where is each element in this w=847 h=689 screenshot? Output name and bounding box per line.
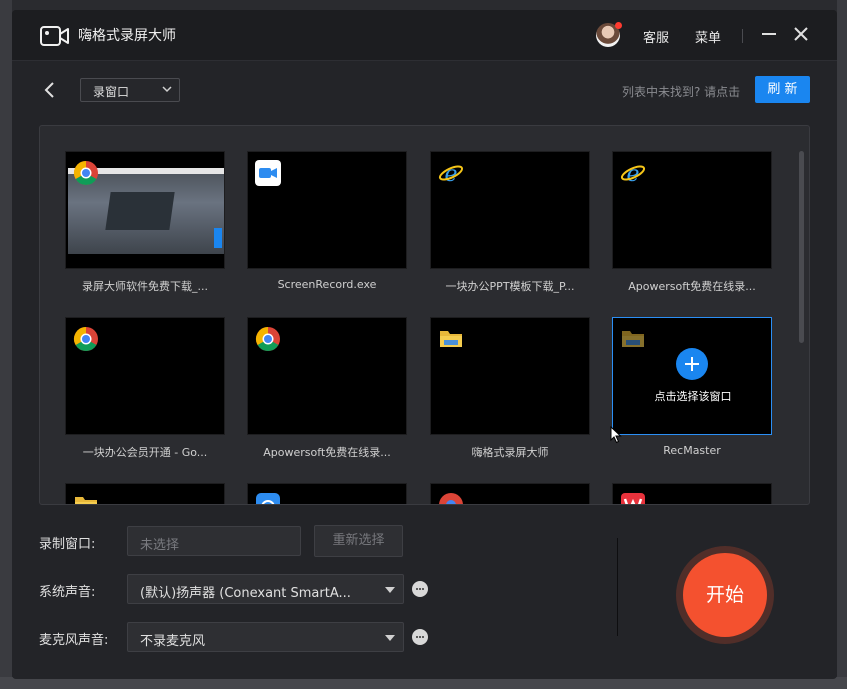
not-found-hint: 列表中未找到? 请点击 <box>622 85 741 99</box>
refresh-button[interactable]: 刷 新 <box>755 76 810 103</box>
desktop-background-left <box>0 0 12 689</box>
menu-button[interactable]: 菜单 <box>695 27 721 46</box>
app-window: 嗨格式录屏大师 客服 菜单 录窗口 列表中未找到? 请点击 刷 新 录屏大师软件… <box>12 10 837 679</box>
title-bar: 嗨格式录屏大师 客服 菜单 <box>12 10 837 61</box>
window-card[interactable]: 点击选择该窗口 RecMaster <box>612 317 772 457</box>
mouse-cursor-icon <box>610 426 622 444</box>
system-audio-more-icon[interactable] <box>412 581 428 597</box>
record-window-label: 录制窗口: <box>39 537 96 552</box>
window-card[interactable]: e 一块办公PPT模板下载_P... <box>430 151 590 294</box>
folder-icon <box>75 497 97 504</box>
list-scrollbar[interactable] <box>799 151 804 343</box>
title-separator <box>742 29 743 43</box>
window-card[interactable]: 录屏大师软件免费下载_... <box>65 151 225 294</box>
mic-audio-label: 麦克风声音: <box>39 633 109 648</box>
chrome-icon <box>73 161 98 186</box>
window-thumbnail <box>612 483 772 504</box>
record-window-placeholder: 未选择 <box>140 538 180 553</box>
folder-icon <box>622 331 644 347</box>
chevron-down-icon <box>162 86 172 93</box>
window-title: 一块办公会员开通 - Go... <box>82 446 208 459</box>
notification-dot <box>615 22 622 29</box>
start-record-button[interactable]: 开始 <box>683 553 767 637</box>
window-list-panel: 录屏大师软件免费下载_... ScreenRecord.exe e 一块办公PP… <box>39 125 810 505</box>
window-card[interactable] <box>612 483 772 504</box>
close-icon[interactable] <box>791 24 811 44</box>
select-window-overlay-text: 点击选择该窗口 <box>654 390 732 403</box>
ie-icon: e <box>438 162 464 186</box>
window-thumbnail <box>430 317 590 435</box>
customer-service-button[interactable]: 客服 <box>643 27 669 46</box>
wps-icon <box>621 493 645 504</box>
window-title: 录屏大师软件免费下载_... <box>82 280 208 293</box>
mic-audio-value: 不录麦克风 <box>140 634 206 649</box>
window-title: Apowersoft免费在线录... <box>628 280 756 293</box>
window-thumbnail <box>65 151 225 269</box>
window-card[interactable] <box>430 483 590 504</box>
window-card[interactable] <box>247 483 407 504</box>
window-title: Apowersoft免费在线录... <box>263 446 391 459</box>
dropdown-arrow-icon <box>385 587 395 593</box>
app-title: 嗨格式录屏大师 <box>78 28 176 44</box>
system-audio-value: (默认)扬声器 (Conexant SmartA... <box>140 586 351 601</box>
mic-audio-dropdown[interactable]: 不录麦克风 <box>127 622 404 652</box>
window-thumbnail <box>65 317 225 435</box>
back-arrow-icon[interactable] <box>42 80 58 100</box>
window-title: ScreenRecord.exe <box>277 278 377 291</box>
vertical-divider <box>617 538 618 636</box>
reselect-button[interactable]: 重新选择 <box>314 525 403 557</box>
window-thumbnail <box>247 151 407 269</box>
window-card[interactable]: e Apowersoft免费在线录... <box>612 151 772 294</box>
window-thumbnail <box>65 483 225 504</box>
svg-text:e: e <box>444 162 457 186</box>
window-card[interactable]: 一块办公会员开通 - Go... <box>65 317 225 460</box>
window-title: 一块办公PPT模板下载_P... <box>445 280 575 293</box>
folder-icon <box>440 331 462 347</box>
window-title: RecMaster <box>663 444 721 457</box>
chrome-icon <box>73 327 98 352</box>
dropdown-arrow-icon <box>385 635 395 641</box>
chrome-icon <box>439 493 463 504</box>
video-camera-icon <box>40 26 69 46</box>
window-thumbnail: e <box>612 151 772 269</box>
ie-icon: e <box>620 162 646 186</box>
desktop-background-right <box>837 0 847 689</box>
window-title: 嗨格式录屏大师 <box>471 446 549 459</box>
system-audio-dropdown[interactable]: (默认)扬声器 (Conexant SmartA... <box>127 574 404 604</box>
system-audio-label: 系统声音: <box>39 585 96 600</box>
svg-text:e: e <box>626 162 639 186</box>
minimize-icon[interactable] <box>759 24 779 44</box>
window-card[interactable] <box>65 483 225 504</box>
app-icon <box>256 493 280 504</box>
window-thumbnail <box>247 483 407 504</box>
window-card[interactable]: 嗨格式录屏大师 <box>430 317 590 460</box>
chrome-icon <box>255 327 280 352</box>
mic-audio-more-icon[interactable] <box>412 629 428 645</box>
record-mode-value: 录窗口 <box>93 85 130 99</box>
record-mode-dropdown[interactable]: 录窗口 <box>80 78 180 102</box>
plus-icon[interactable] <box>676 348 708 380</box>
window-thumbnail <box>247 317 407 435</box>
window-thumbnail <box>430 483 590 504</box>
window-card[interactable]: Apowersoft免费在线录... <box>247 317 407 460</box>
window-card[interactable]: ScreenRecord.exe <box>247 151 407 291</box>
record-window-field[interactable]: 未选择 <box>127 526 301 556</box>
video-camera-app-icon <box>255 160 281 186</box>
window-thumbnail-selected: 点击选择该窗口 <box>612 317 772 435</box>
window-thumbnail: e <box>430 151 590 269</box>
user-avatar[interactable] <box>596 22 622 47</box>
